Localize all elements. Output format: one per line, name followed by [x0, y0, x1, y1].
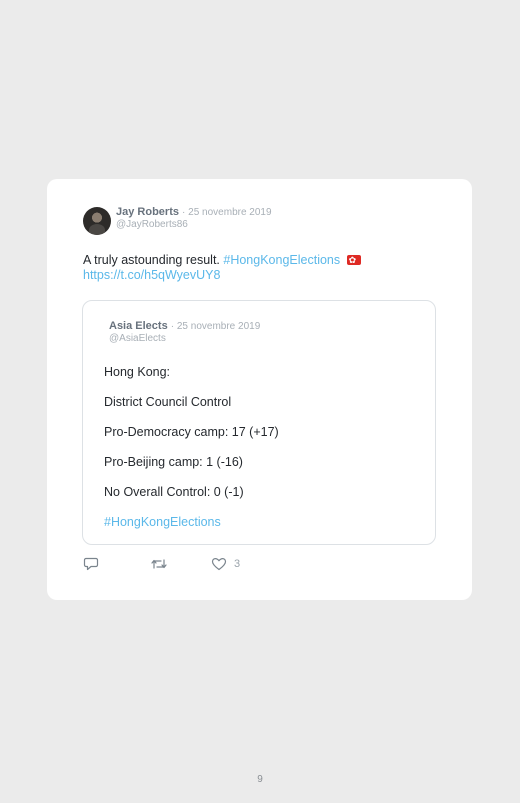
- author-names: Jay Roberts · 25 novembre 2019 @JayRober…: [116, 206, 272, 231]
- hong-kong-flag-icon: [346, 253, 361, 268]
- like-button[interactable]: 3: [211, 557, 240, 571]
- tweet-url-link[interactable]: https://t.co/h5qWyevUY8: [83, 268, 220, 282]
- tweet-body: A truly astounding result.: [83, 253, 220, 267]
- author-handle[interactable]: @JayRoberts86: [116, 219, 272, 231]
- tweet-text: A truly astounding result. #HongKongElec…: [83, 253, 423, 283]
- quoted-author: Asia Elects · 25 novembre 2019 @AsiaElec…: [109, 320, 260, 345]
- quoted-display-name[interactable]: Asia Elects: [109, 320, 168, 332]
- hashtag-link[interactable]: #HongKongElections: [223, 253, 340, 267]
- quoted-line: No Overall Control: 0 (-1): [104, 485, 244, 499]
- heart-icon: [211, 557, 227, 571]
- quoted-handle[interactable]: @AsiaElects: [109, 333, 260, 345]
- quoted-line: District Council Control: [104, 395, 232, 409]
- tweet-author: Jay Roberts · 25 novembre 2019 @JayRober…: [83, 206, 272, 235]
- tweet-actions: 3: [83, 556, 240, 572]
- tweet-date[interactable]: · 25 novembre 2019: [182, 207, 272, 218]
- retweet-icon: [150, 557, 168, 571]
- quoted-tweet[interactable]: Asia Elects · 25 novembre 2019 @AsiaElec…: [82, 300, 436, 545]
- avatar[interactable]: [83, 207, 111, 235]
- quoted-line: Pro-Beijing camp: 1 (-16): [104, 455, 243, 469]
- tweet-card: Jay Roberts · 25 novembre 2019 @JayRober…: [47, 179, 472, 600]
- author-display-name[interactable]: Jay Roberts: [116, 206, 179, 218]
- like-count: 3: [234, 558, 241, 570]
- reply-button[interactable]: [83, 557, 99, 571]
- reply-icon: [83, 557, 99, 571]
- quoted-date[interactable]: · 25 novembre 2019: [171, 321, 261, 332]
- quoted-hashtag-link[interactable]: #HongKongElections: [104, 515, 279, 545]
- page-number: 9: [257, 774, 263, 785]
- quoted-text: Hong Kong: District Council Control Pro-…: [104, 365, 279, 545]
- quoted-line: Hong Kong:: [104, 365, 171, 379]
- quoted-line: Pro-Democracy camp: 17 (+17): [104, 425, 279, 439]
- retweet-button[interactable]: [150, 557, 168, 571]
